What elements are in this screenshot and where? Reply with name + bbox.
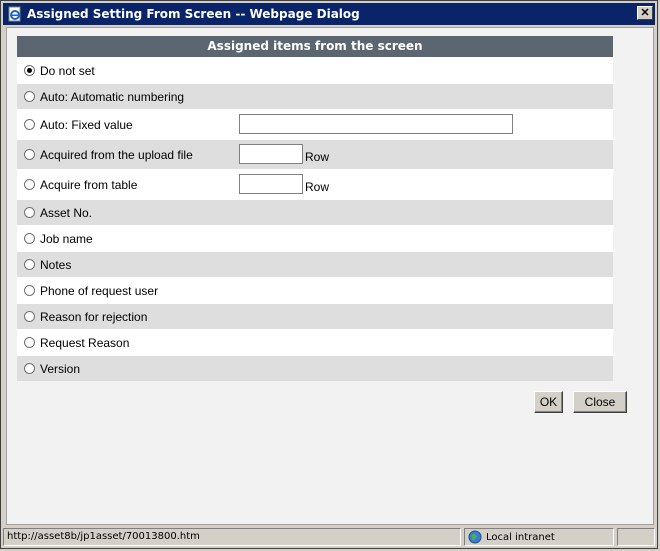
- upload-file-row-input[interactable]: [239, 144, 303, 164]
- status-bar: http://asset8b/jp1asset/70013800.htm Loc…: [3, 527, 657, 547]
- option-row-do-not-set[interactable]: Do not set: [17, 57, 613, 83]
- row-unit-label: Row: [305, 150, 330, 164]
- assigned-items-panel: Assigned items from the screen Do not se…: [17, 36, 613, 381]
- resize-grip[interactable]: [617, 528, 655, 546]
- option-row-auto-numbering[interactable]: Auto: Automatic numbering: [17, 83, 613, 109]
- option-label: Do not set: [40, 63, 95, 78]
- radio-request-reason[interactable]: [24, 337, 35, 348]
- radio-acquire-table[interactable]: [24, 179, 35, 190]
- close-button[interactable]: Close: [573, 391, 627, 413]
- dialog-window: Assigned Setting From Screen -- Webpage …: [0, 0, 658, 549]
- close-icon: ✕: [640, 6, 650, 19]
- radio-upload-file[interactable]: [24, 149, 35, 160]
- option-row-notes[interactable]: Notes: [17, 251, 613, 277]
- option-row-fixed-value[interactable]: Auto: Fixed value: [17, 109, 613, 139]
- option-label: Acquire from table: [40, 177, 138, 192]
- option-label: Job name: [40, 231, 93, 246]
- option-row-version[interactable]: Version: [17, 355, 613, 381]
- title-bar[interactable]: Assigned Setting From Screen -- Webpage …: [3, 3, 655, 25]
- option-row-upload-file[interactable]: Acquired from the upload file Row: [17, 139, 613, 169]
- zone-label: Local intranet: [486, 531, 555, 543]
- row-unit-label: Row: [305, 180, 330, 194]
- ok-button[interactable]: OK: [534, 391, 563, 413]
- dialog-title: Assigned Setting From Screen -- Webpage …: [27, 7, 360, 21]
- radio-auto-numbering[interactable]: [24, 91, 35, 102]
- status-url: http://asset8b/jp1asset/70013800.htm: [3, 528, 461, 546]
- radio-fixed-value[interactable]: [24, 119, 35, 130]
- radio-job-name[interactable]: [24, 233, 35, 244]
- radio-asset-no[interactable]: [24, 207, 35, 218]
- option-label: Auto: Fixed value: [40, 117, 133, 132]
- acquire-table-row-input[interactable]: [239, 174, 303, 194]
- option-label: Version: [40, 361, 81, 376]
- panel-header: Assigned items from the screen: [17, 36, 613, 57]
- radio-version[interactable]: [24, 363, 35, 374]
- radio-notes[interactable]: [24, 259, 35, 270]
- close-window-button[interactable]: ✕: [637, 6, 653, 20]
- fixed-value-input[interactable]: [239, 114, 513, 134]
- option-label: Asset No.: [40, 205, 93, 220]
- option-label: Auto: Automatic numbering: [40, 89, 185, 104]
- option-label: Acquired from the upload file: [40, 147, 193, 162]
- security-zone: Local intranet: [464, 528, 614, 546]
- ie-page-icon: [7, 6, 23, 22]
- option-label: Reason for rejection: [40, 309, 148, 324]
- radio-selected-dot: [27, 68, 32, 73]
- option-label: Request Reason: [40, 335, 130, 350]
- option-row-reason-rejection[interactable]: Reason for rejection: [17, 303, 613, 329]
- option-row-asset-no[interactable]: Asset No.: [17, 199, 613, 225]
- radio-do-not-set[interactable]: [24, 65, 35, 76]
- option-row-request-reason[interactable]: Request Reason: [17, 329, 613, 355]
- option-row-job-name[interactable]: Job name: [17, 225, 613, 251]
- radio-reason-rejection[interactable]: [24, 311, 35, 322]
- dialog-content: Assigned items from the screen Do not se…: [6, 27, 654, 525]
- option-row-phone-request-user[interactable]: Phone of request user: [17, 277, 613, 303]
- intranet-globe-icon: [468, 530, 482, 544]
- option-label: Notes: [40, 257, 72, 272]
- radio-phone-request-user[interactable]: [24, 285, 35, 296]
- option-row-acquire-table[interactable]: Acquire from table Row: [17, 169, 613, 199]
- option-label: Phone of request user: [40, 283, 159, 298]
